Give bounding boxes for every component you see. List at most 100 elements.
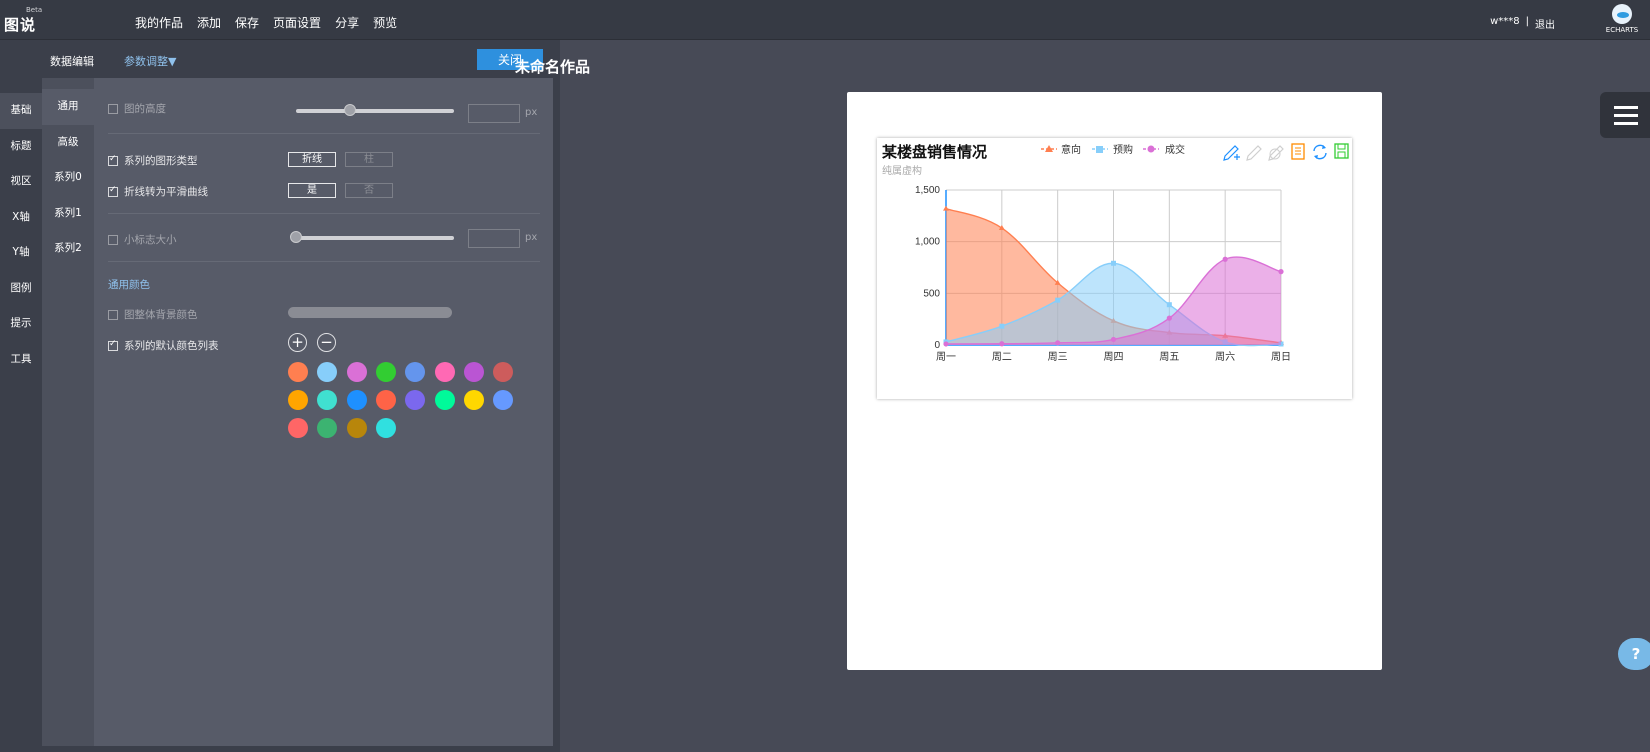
symbol-size-checkbox[interactable] bbox=[108, 234, 118, 245]
nav-tooltip[interactable]: 提示 bbox=[0, 306, 42, 342]
chart-height-slider-handle[interactable] bbox=[344, 104, 356, 116]
top-bar: Beta 图说 我的作品 添加 保存 页面设置 分享 预览 w***8 | 退出… bbox=[0, 0, 1650, 40]
side-menu-button[interactable] bbox=[1600, 92, 1650, 138]
color-swatch[interactable] bbox=[463, 362, 484, 382]
color-swatch[interactable] bbox=[463, 390, 484, 410]
series-type-bar-option[interactable]: 柱 bbox=[345, 152, 393, 167]
nav-yaxis[interactable]: Y轴 bbox=[0, 235, 42, 271]
symbol-size-input[interactable] bbox=[468, 229, 520, 248]
save-image-icon[interactable] bbox=[1334, 143, 1349, 159]
color-swatch[interactable] bbox=[346, 418, 367, 438]
series-type-line-option[interactable]: 折线 bbox=[288, 152, 336, 167]
chart-height-input[interactable] bbox=[468, 104, 520, 123]
nav-share[interactable]: 分享 bbox=[335, 14, 359, 31]
color-swatch[interactable] bbox=[405, 390, 426, 410]
data-point[interactable] bbox=[1166, 315, 1172, 321]
nav-viewport[interactable]: 视区 bbox=[0, 164, 42, 200]
color-swatch[interactable] bbox=[375, 418, 396, 438]
nav-preview[interactable]: 预览 bbox=[373, 14, 397, 31]
app-logo[interactable]: 图说 bbox=[4, 14, 36, 35]
data-point[interactable] bbox=[1222, 256, 1228, 262]
data-point[interactable] bbox=[999, 341, 1005, 347]
symbol-size-slider[interactable] bbox=[291, 236, 454, 240]
remove-color-button[interactable]: − bbox=[317, 333, 336, 352]
color-swatch[interactable] bbox=[493, 362, 514, 382]
color-swatch[interactable] bbox=[346, 362, 367, 382]
color-swatch[interactable] bbox=[434, 362, 455, 382]
mark-clear-icon[interactable] bbox=[1268, 145, 1284, 161]
chart-height-checkbox[interactable] bbox=[108, 103, 118, 114]
color-swatch[interactable] bbox=[317, 418, 338, 438]
palette-checkbox[interactable] bbox=[108, 339, 118, 351]
nav-basic[interactable]: 基础 bbox=[0, 93, 42, 129]
legend-item[interactable]: 成交 bbox=[1143, 143, 1185, 156]
logout-link[interactable]: 退出 bbox=[1535, 16, 1555, 31]
data-point[interactable] bbox=[1055, 297, 1061, 303]
nav-legend[interactable]: 图例 bbox=[0, 271, 42, 307]
username[interactable]: w***8 bbox=[1490, 16, 1520, 31]
color-swatch[interactable] bbox=[375, 362, 396, 382]
subnav-advanced[interactable]: 高级 bbox=[42, 125, 94, 161]
legend-item[interactable]: 预购 bbox=[1092, 143, 1133, 156]
bg-color-picker[interactable] bbox=[288, 307, 452, 318]
color-swatch[interactable] bbox=[317, 362, 338, 382]
legend-label: 预购 bbox=[1113, 143, 1133, 156]
work-title[interactable]: 未命名作品 bbox=[0, 56, 1105, 77]
palette-row: 系列的默认颜色列表 bbox=[108, 338, 219, 353]
series-type-label: 系列的图形类型 bbox=[124, 155, 198, 167]
smooth-checkbox[interactable] bbox=[108, 185, 118, 197]
data-point[interactable] bbox=[943, 205, 949, 211]
color-swatch[interactable] bbox=[346, 390, 367, 410]
data-point[interactable] bbox=[1055, 340, 1061, 346]
sub-nav: 通用 高级 系列0 系列1 系列2 bbox=[42, 89, 94, 267]
color-swatch[interactable] bbox=[405, 362, 426, 382]
echarts-logo-icon bbox=[1612, 4, 1632, 24]
legend-item[interactable]: 意向 bbox=[1041, 143, 1081, 156]
data-point[interactable] bbox=[1111, 260, 1116, 266]
subnav-series0[interactable]: 系列0 bbox=[42, 160, 94, 196]
help-button[interactable]: ? bbox=[1618, 638, 1650, 670]
restore-icon[interactable] bbox=[1313, 144, 1327, 160]
data-point[interactable] bbox=[999, 323, 1005, 329]
settings-content: 图的高度 px 系列的图形类型 折线 柱 折线转为平滑曲线 是 否 小标志大小 … bbox=[94, 78, 553, 746]
subnav-series2[interactable]: 系列2 bbox=[42, 231, 94, 267]
color-swatch[interactable] bbox=[493, 390, 514, 410]
echarts-logo[interactable]: ECHARTS bbox=[1604, 4, 1640, 36]
chart-height-label: 图的高度 bbox=[124, 103, 166, 115]
color-swatch[interactable] bbox=[288, 418, 308, 438]
mark-undo-icon[interactable] bbox=[1246, 145, 1262, 161]
symbol-size-slider-handle[interactable] bbox=[290, 231, 302, 243]
add-color-button[interactable]: + bbox=[288, 333, 307, 352]
data-point[interactable] bbox=[1278, 269, 1284, 275]
nav-title[interactable]: 标题 bbox=[0, 129, 42, 165]
color-swatch[interactable] bbox=[288, 362, 308, 382]
smooth-yes-option[interactable]: 是 bbox=[288, 183, 336, 198]
divider bbox=[108, 261, 540, 262]
color-swatch[interactable] bbox=[434, 390, 455, 410]
color-swatch[interactable] bbox=[375, 390, 396, 410]
data-view-icon[interactable] bbox=[1291, 143, 1305, 160]
subnav-series1[interactable]: 系列1 bbox=[42, 196, 94, 232]
nav-add[interactable]: 添加 bbox=[197, 14, 221, 31]
chart-card[interactable]: 某楼盘销售情况 纯属虚构 意向 预购 成交 0 500 1,000 1,500 … bbox=[877, 138, 1352, 399]
menu-icon bbox=[1614, 122, 1638, 125]
color-swatch[interactable] bbox=[288, 390, 308, 410]
chart-height-slider[interactable] bbox=[296, 109, 454, 113]
series-type-checkbox[interactable] bbox=[108, 154, 118, 166]
smooth-no-option[interactable]: 否 bbox=[345, 183, 393, 198]
data-point[interactable] bbox=[943, 341, 949, 347]
nav-my-works[interactable]: 我的作品 bbox=[135, 14, 183, 31]
nav-save[interactable]: 保存 bbox=[235, 14, 259, 31]
mark-icon[interactable] bbox=[1223, 145, 1240, 161]
y-tick-label: 1,000 bbox=[915, 237, 940, 248]
color-swatch[interactable] bbox=[317, 390, 338, 410]
smooth-row: 折线转为平滑曲线 bbox=[108, 184, 208, 199]
nav-toolbox[interactable]: 工具 bbox=[0, 342, 42, 378]
bg-color-checkbox[interactable] bbox=[108, 309, 118, 320]
chart-legend: 意向 预购 成交 bbox=[1041, 143, 1185, 156]
subnav-general[interactable]: 通用 bbox=[42, 89, 94, 125]
nav-page-settings[interactable]: 页面设置 bbox=[273, 14, 321, 31]
data-point[interactable] bbox=[1110, 336, 1117, 343]
nav-xaxis[interactable]: X轴 bbox=[0, 200, 42, 236]
data-point[interactable] bbox=[1166, 302, 1172, 308]
